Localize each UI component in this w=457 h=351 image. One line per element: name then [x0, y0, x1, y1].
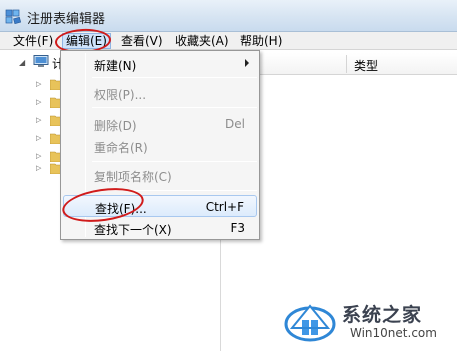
- column-header-type[interactable]: 类型: [354, 57, 378, 74]
- menu-separator: [92, 77, 257, 78]
- expand-arrow-icon[interactable]: ▷: [36, 152, 41, 160]
- expand-arrow-icon[interactable]: ▷: [36, 116, 41, 124]
- collapse-arrow-icon[interactable]: ◢: [19, 59, 27, 67]
- menu-separator: [92, 161, 257, 162]
- menu-item-label: 重命名(R): [94, 141, 148, 155]
- menu-separator: [92, 190, 257, 191]
- expand-arrow-icon[interactable]: ▷: [36, 98, 41, 106]
- menu-item-label: 新建(N): [94, 59, 137, 73]
- submenu-arrow-icon: [245, 59, 249, 67]
- menu-item-label: 查找下一个(X): [94, 223, 172, 237]
- menu-item-find[interactable]: 查找(F)... Ctrl+F: [63, 195, 257, 217]
- menu-item-permissions[interactable]: 权限(P)...: [63, 82, 257, 104]
- menu-file[interactable]: 文件(F): [10, 33, 56, 49]
- menu-item-find-next[interactable]: 查找下一个(X) F3: [63, 217, 257, 239]
- watermark-url: Win10net.com: [350, 326, 437, 340]
- menu-view[interactable]: 查看(V): [118, 33, 166, 49]
- menu-favorites[interactable]: 收藏夹(A): [172, 33, 232, 49]
- window-title: 注册表编辑器: [27, 12, 106, 27]
- menu-separator: [92, 107, 257, 108]
- menu-edit[interactable]: 编辑(E): [62, 33, 111, 49]
- menu-item-shortcut: F3: [230, 221, 245, 235]
- edit-dropdown-menu: 新建(N) 权限(P)... 删除(D) Del 重命名(R) 复制项名称(C)…: [60, 50, 260, 240]
- menu-item-shortcut: Del: [225, 117, 245, 131]
- watermark-logo-icon: [284, 304, 336, 342]
- menu-bar: 文件(F) 编辑(E) 查看(V) 收藏夹(A) 帮助(H): [0, 32, 457, 50]
- menu-item-delete[interactable]: 删除(D) Del: [63, 113, 257, 135]
- expand-arrow-icon[interactable]: ▷: [36, 164, 41, 172]
- menu-item-rename[interactable]: 重命名(R): [63, 135, 257, 157]
- watermark: 系统之家 Win10net.com: [284, 294, 457, 351]
- menu-item-new[interactable]: 新建(N): [63, 53, 257, 75]
- menu-item-label: 权限(P)...: [94, 88, 147, 102]
- expand-arrow-icon[interactable]: ▷: [36, 80, 41, 88]
- menu-item-label: 复制项名称(C): [94, 170, 172, 184]
- expand-arrow-icon[interactable]: ▷: [36, 134, 41, 142]
- menu-help[interactable]: 帮助(H): [237, 33, 285, 49]
- title-bar: 注册表编辑器: [0, 0, 457, 32]
- menu-item-label: 查找(F)...: [95, 202, 147, 216]
- regedit-app-icon: [5, 9, 21, 24]
- computer-icon: [33, 55, 49, 67]
- menu-item-copy-key-name[interactable]: 复制项名称(C): [63, 164, 257, 186]
- menu-item-shortcut: Ctrl+F: [205, 200, 244, 214]
- column-separator[interactable]: [346, 55, 347, 73]
- menu-item-label: 删除(D): [94, 119, 137, 133]
- watermark-title: 系统之家: [342, 304, 423, 326]
